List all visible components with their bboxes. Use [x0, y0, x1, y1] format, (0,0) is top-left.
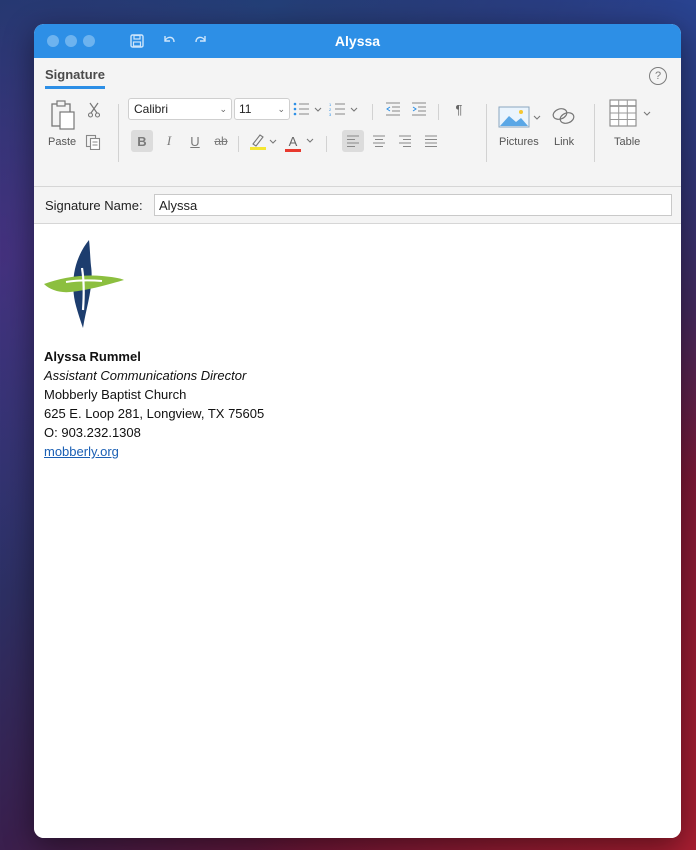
align-left-button[interactable]	[342, 130, 364, 152]
window-controls	[47, 35, 95, 47]
justify-icon	[425, 135, 437, 147]
signature-editor-window: Alyssa Signature ? Paste Calibri ⌄ 11 ⌄ …	[34, 24, 681, 838]
font-name-select[interactable]: Calibri ⌄	[128, 98, 232, 120]
bulleted-list-button[interactable]	[292, 100, 326, 118]
signature-block: Alyssa Rummel Assistant Communications D…	[44, 347, 264, 461]
numbered-list-button[interactable]: 123	[328, 100, 362, 118]
copy-format-icon[interactable]	[84, 133, 102, 151]
justify-button[interactable]	[420, 130, 442, 152]
link-button[interactable]	[550, 104, 578, 128]
ribbon-separator	[238, 136, 239, 152]
ribbon: Signature ? Paste Calibri ⌄ 11 ⌄ 1 2 3 ¶…	[34, 58, 681, 187]
signature-name-label: Signature Name:	[45, 198, 143, 213]
save-icon[interactable]	[129, 33, 145, 49]
zoom-window-button[interactable]	[83, 35, 95, 47]
signature-name-input[interactable]	[154, 194, 672, 216]
close-window-button[interactable]	[47, 35, 59, 47]
link-label: Link	[554, 136, 575, 148]
cut-icon[interactable]	[86, 101, 102, 119]
redo-icon[interactable]	[193, 33, 209, 49]
highlight-button[interactable]	[248, 130, 280, 152]
ribbon-separator	[438, 104, 439, 120]
table-button[interactable]	[608, 98, 656, 128]
picture-icon	[498, 106, 541, 128]
help-icon[interactable]: ?	[649, 67, 667, 85]
bullets-icon	[293, 102, 322, 116]
decrease-indent-button[interactable]	[382, 100, 404, 118]
increase-indent-button[interactable]	[408, 100, 430, 118]
indent-icon	[412, 102, 426, 116]
table-icon	[609, 99, 651, 127]
ribbon-separator	[118, 104, 119, 162]
minimize-window-button[interactable]	[65, 35, 77, 47]
strikethrough-button[interactable]: ab	[210, 130, 232, 152]
bold-button[interactable]: B	[131, 130, 153, 152]
font-color-button[interactable]: A	[284, 130, 318, 152]
signature-address: 625 E. Loop 281, Longview, TX 75605	[44, 406, 265, 421]
font-color-icon: A	[288, 133, 298, 149]
undo-icon[interactable]	[161, 33, 177, 49]
outdent-icon	[386, 102, 400, 116]
paste-icon	[51, 100, 75, 130]
font-name-value: Calibri	[134, 102, 169, 116]
title-bar-tools	[129, 33, 209, 49]
svg-text:3: 3	[329, 112, 332, 116]
paste-button[interactable]	[48, 98, 78, 132]
signature-editor[interactable]: Alyssa Rummel Assistant Communications D…	[34, 224, 681, 838]
align-left-icon	[347, 135, 359, 147]
signature-name-bar: Signature Name:	[34, 187, 681, 224]
table-label: Table	[614, 136, 641, 148]
font-size-select[interactable]: 11 ⌄	[234, 98, 290, 120]
ribbon-tab-row: Signature ?	[34, 58, 681, 89]
align-center-button[interactable]	[368, 130, 390, 152]
show-formatting-button[interactable]: ¶	[450, 99, 468, 119]
signature-phone: O: 903.232.1308	[44, 425, 141, 440]
link-icon	[552, 108, 575, 124]
align-right-icon	[399, 135, 411, 147]
underline-button[interactable]: U	[184, 130, 206, 152]
ribbon-tools: Paste Calibri ⌄ 11 ⌄ 123 ¶ B I U ab A Pi…	[34, 98, 681, 188]
font-color-swatch	[285, 148, 301, 152]
chevron-down-icon: ⌄	[277, 104, 285, 114]
italic-button[interactable]: I	[158, 130, 180, 152]
pictures-label: Pictures	[499, 136, 539, 148]
ribbon-separator	[326, 136, 327, 152]
ribbon-separator	[372, 104, 373, 120]
title-bar: Alyssa	[34, 24, 681, 58]
font-size-value: 11	[239, 102, 252, 116]
align-center-icon	[373, 135, 385, 147]
chevron-down-icon: ⌄	[219, 104, 227, 114]
signature-organization: Mobberly Baptist Church	[44, 387, 187, 402]
signature-website-link[interactable]: mobberly.org	[44, 444, 119, 459]
church-logo	[42, 238, 128, 335]
align-right-button[interactable]	[394, 130, 416, 152]
numbering-icon: 123	[329, 102, 358, 116]
ribbon-separator	[486, 104, 487, 162]
ribbon-separator	[594, 104, 595, 162]
chevron-down-icon	[306, 138, 314, 143]
pictures-button[interactable]	[498, 104, 544, 130]
highlighter-icon	[250, 134, 277, 150]
paste-label: Paste	[48, 136, 77, 148]
tab-signature[interactable]: Signature	[45, 67, 105, 89]
signature-person-name: Alyssa Rummel	[44, 349, 141, 364]
signature-job-title: Assistant Communications Director	[44, 368, 247, 383]
